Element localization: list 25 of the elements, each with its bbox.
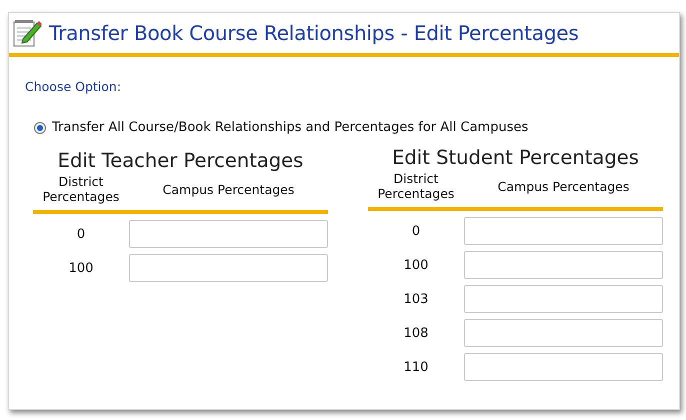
radio-button[interactable] bbox=[34, 122, 46, 134]
district-value: 103 bbox=[402, 292, 430, 306]
section-title: Edit Student Percentages bbox=[391, 146, 640, 169]
column-header: District Percentages bbox=[42, 174, 120, 204]
campus-percentage-input[interactable] bbox=[464, 353, 663, 381]
radio-label[interactable]: Transfer All Course/Book Relationships and Percentages for All Campuses bbox=[52, 120, 528, 135]
column-header: Campus Percentages bbox=[162, 182, 296, 196]
campus-percentage-input[interactable] bbox=[464, 217, 663, 245]
notepad-pencil-icon bbox=[11, 17, 43, 49]
campus-percentage-input[interactable] bbox=[464, 251, 663, 279]
district-value: 110 bbox=[402, 360, 430, 374]
district-value: 100 bbox=[68, 260, 94, 276]
campus-percentage-input[interactable] bbox=[129, 254, 328, 282]
district-value: 108 bbox=[402, 326, 430, 340]
column-header: District Percentages bbox=[376, 171, 456, 201]
district-value: 0 bbox=[76, 226, 86, 242]
choose-option-label: Choose Option: bbox=[25, 79, 122, 94]
campus-percentage-input[interactable] bbox=[464, 319, 663, 347]
window-title: Transfer Book Course Relationships - Edit Percentages bbox=[49, 21, 579, 45]
column-header: Campus Percentages bbox=[496, 178, 630, 194]
district-value: 0 bbox=[410, 224, 422, 238]
campus-percentage-input[interactable] bbox=[464, 285, 663, 313]
section-title: Edit Teacher Percentages bbox=[56, 149, 304, 172]
district-value: 100 bbox=[402, 258, 430, 272]
campus-percentage-input[interactable] bbox=[129, 220, 328, 248]
